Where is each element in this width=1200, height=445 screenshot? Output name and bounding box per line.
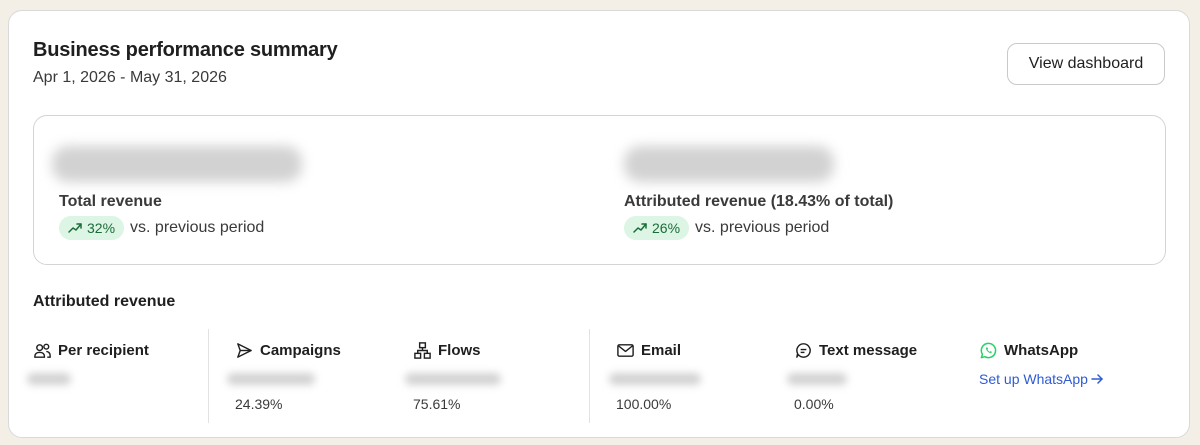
- flows-label: Flows: [438, 341, 481, 359]
- total-revenue-value-redacted: [52, 146, 302, 182]
- revenue-summary-panel: Total revenue 32% vs. previous period At…: [33, 115, 1166, 265]
- attributed-revenue-value-redacted: [624, 146, 834, 182]
- users-icon: [34, 343, 51, 358]
- campaigns-column: Campaigns: [235, 339, 341, 361]
- campaigns-percent: 24.39%: [235, 396, 283, 412]
- attributed-revenue-label: Attributed revenue (18.43% of total): [624, 193, 894, 210]
- text-message-value-redacted: [787, 373, 847, 385]
- per-recipient-column: Per recipient: [33, 339, 149, 361]
- message-icon: [796, 342, 811, 358]
- text-message-column: Text message: [794, 339, 917, 361]
- attributed-revenue-change-badge: 26%: [624, 216, 690, 240]
- text-message-label: Text message: [819, 341, 918, 359]
- per-recipient-value-redacted: [27, 373, 71, 385]
- trend-up-icon: [68, 223, 82, 233]
- whatsapp-label: WhatsApp: [1004, 341, 1079, 359]
- flows-column: Flows: [413, 339, 481, 361]
- attributed-revenue-section-title: Attributed revenue: [33, 293, 176, 310]
- campaigns-value-redacted: [227, 373, 315, 385]
- total-revenue-label: Total revenue: [59, 193, 162, 210]
- whatsapp-column: WhatsApp: [979, 339, 1078, 361]
- total-revenue-change-badge: 32%: [59, 216, 125, 240]
- email-label: Email: [641, 341, 682, 359]
- email-value-redacted: [609, 373, 701, 385]
- performance-summary-card: Business performance summary Apr 1, 2026…: [8, 10, 1190, 438]
- attributed-revenue-change: 26%: [652, 220, 681, 236]
- campaigns-label: Campaigns: [260, 341, 341, 359]
- email-column: Email: [616, 339, 681, 361]
- total-revenue-change: 32%: [87, 220, 116, 236]
- mail-icon: [617, 343, 634, 357]
- flows-percent: 75.61%: [413, 396, 461, 412]
- send-icon: [237, 342, 252, 358]
- column-divider: [208, 329, 209, 423]
- text-message-percent: 0.00%: [794, 396, 834, 412]
- email-percent: 100.00%: [616, 396, 672, 412]
- flow-icon: [414, 341, 431, 359]
- date-range: Apr 1, 2026 - May 31, 2026: [33, 69, 227, 86]
- column-divider: [589, 329, 590, 423]
- attributed-revenue-comparison: vs. previous period: [695, 219, 830, 236]
- setup-whatsapp-link[interactable]: Set up WhatsApp: [979, 371, 1104, 387]
- total-revenue-comparison: vs. previous period: [130, 219, 265, 236]
- flows-value-redacted: [405, 373, 501, 385]
- attributed-revenue-trend: 26% vs. previous period: [624, 216, 829, 240]
- trend-up-icon: [633, 223, 647, 233]
- total-revenue-trend: 32% vs. previous period: [59, 216, 264, 240]
- page-title: Business performance summary: [33, 39, 338, 61]
- per-recipient-label: Per recipient: [58, 341, 149, 359]
- setup-whatsapp-link-label: Set up WhatsApp: [979, 371, 1088, 387]
- arrow-right-icon: [1091, 374, 1103, 384]
- whatsapp-icon: [980, 342, 997, 358]
- view-dashboard-button[interactable]: View dashboard: [1007, 43, 1165, 85]
